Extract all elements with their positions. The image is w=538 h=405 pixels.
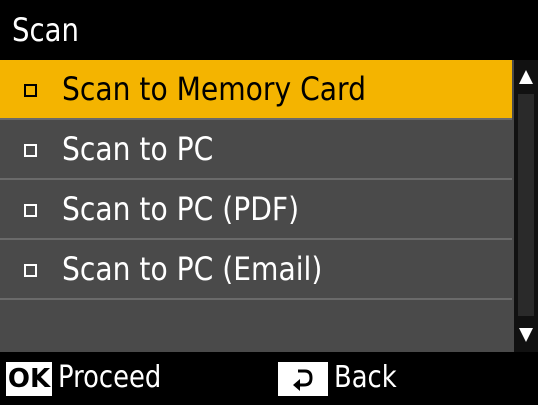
triangle-down-icon[interactable] <box>519 328 533 342</box>
menu-item-label: Scan to Memory Card <box>62 70 366 108</box>
scan-menu-list: Scan to Memory Card Scan to PC Scan to P… <box>0 60 538 352</box>
back-button[interactable] <box>278 362 328 396</box>
triangle-up-icon[interactable] <box>519 70 533 84</box>
title-bar: Scan <box>0 0 538 60</box>
back-label: Back <box>334 360 397 395</box>
bullet-icon <box>24 144 37 157</box>
ok-button[interactable]: OK <box>6 362 52 396</box>
bullet-icon <box>24 84 37 97</box>
menu-item-scan-to-pc-email[interactable]: Scan to PC (Email) <box>0 240 512 298</box>
row-divider <box>0 298 512 300</box>
proceed-label: Proceed <box>58 360 162 395</box>
bullet-icon <box>24 264 37 277</box>
menu-item-scan-to-memory-card[interactable]: Scan to Memory Card <box>0 60 512 118</box>
page-title: Scan <box>12 11 79 49</box>
bullet-icon <box>24 204 37 217</box>
scan-screen: Scan Scan to Memory Card Scan to PC Scan… <box>0 0 538 405</box>
menu-item-label: Scan to PC (Email) <box>62 250 323 288</box>
scrollbar-track[interactable] <box>518 94 534 316</box>
menu-item-scan-to-pc-pdf[interactable]: Scan to PC (PDF) <box>0 180 512 238</box>
menu-item-scan-to-pc[interactable]: Scan to PC <box>0 120 512 178</box>
scrollbar[interactable] <box>514 60 538 352</box>
menu-item-label: Scan to PC (PDF) <box>62 190 300 228</box>
back-arrow-icon <box>293 369 313 391</box>
menu-item-label: Scan to PC <box>62 130 214 168</box>
footer-bar: OK Proceed Back <box>0 352 538 405</box>
